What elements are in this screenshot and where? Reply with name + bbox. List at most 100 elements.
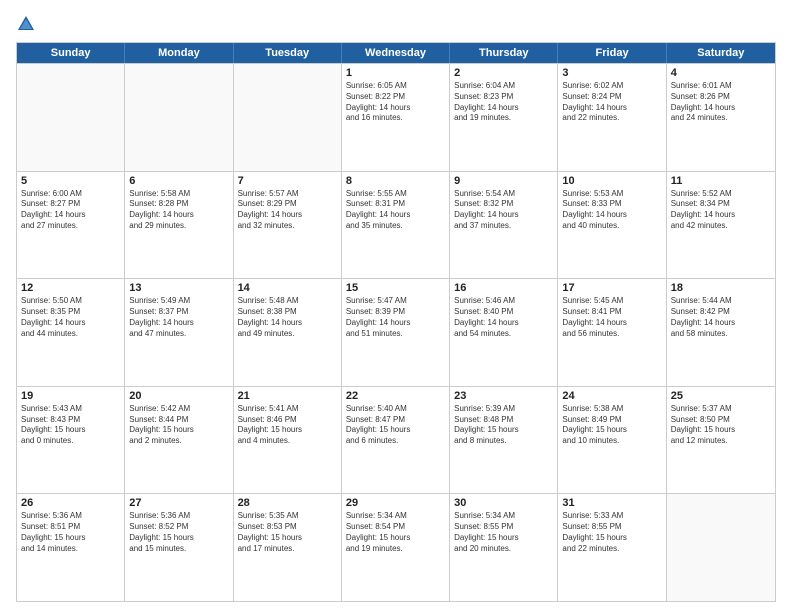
calendar-row-0: 1 Sunrise: 6:05 AM Sunset: 8:22 PM Daylig…	[17, 63, 775, 171]
calendar: SundayMondayTuesdayWednesdayThursdayFrid…	[16, 42, 776, 602]
cell-day-number: 8	[346, 175, 445, 187]
calendar-cell-26: 26 Sunrise: 5:36 AM Sunset: 8:51 PM Dayli…	[17, 494, 125, 601]
cell-day-number: 20	[129, 390, 228, 402]
cell-day-number: 9	[454, 175, 553, 187]
cell-day-number: 1	[346, 67, 445, 79]
cell-info: Sunrise: 6:00 AM Sunset: 8:27 PM Dayligh…	[21, 189, 120, 232]
cell-info: Sunrise: 6:01 AM Sunset: 8:26 PM Dayligh…	[671, 81, 771, 124]
header-day-wednesday: Wednesday	[342, 43, 450, 63]
header-day-monday: Monday	[125, 43, 233, 63]
cell-day-number: 21	[238, 390, 337, 402]
calendar-row-1: 5 Sunrise: 6:00 AM Sunset: 8:27 PM Daylig…	[17, 171, 775, 279]
cell-day-number: 30	[454, 497, 553, 509]
cell-info: Sunrise: 5:44 AM Sunset: 8:42 PM Dayligh…	[671, 296, 771, 339]
cell-info: Sunrise: 5:33 AM Sunset: 8:55 PM Dayligh…	[562, 511, 661, 554]
calendar-cell-18: 18 Sunrise: 5:44 AM Sunset: 8:42 PM Dayli…	[667, 279, 775, 386]
calendar-cell-19: 19Sunrise: 5:43 AM Sunset: 8:43 PM Dayli…	[17, 387, 125, 494]
cell-info: Sunrise: 5:42 AM Sunset: 8:44 PM Dayligh…	[129, 404, 228, 447]
cell-day-number: 16	[454, 282, 553, 294]
cell-day-number: 7	[238, 175, 337, 187]
calendar-cell-7: 7 Sunrise: 5:57 AM Sunset: 8:29 PM Daylig…	[234, 172, 342, 279]
calendar-cell-empty-0-2	[234, 64, 342, 171]
calendar-cell-9: 9 Sunrise: 5:54 AM Sunset: 8:32 PM Daylig…	[450, 172, 558, 279]
cell-info: Sunrise: 5:52 AM Sunset: 8:34 PM Dayligh…	[671, 189, 771, 232]
header-day-sunday: Sunday	[17, 43, 125, 63]
cell-info: Sunrise: 5:55 AM Sunset: 8:31 PM Dayligh…	[346, 189, 445, 232]
cell-day-number: 3	[562, 67, 661, 79]
calendar-cell-16: 16 Sunrise: 5:46 AM Sunset: 8:40 PM Dayli…	[450, 279, 558, 386]
cell-info: Sunrise: 5:48 AM Sunset: 8:38 PM Dayligh…	[238, 296, 337, 339]
calendar-cell-1: 1 Sunrise: 6:05 AM Sunset: 8:22 PM Daylig…	[342, 64, 450, 171]
logo-icon	[16, 14, 36, 34]
cell-info: Sunrise: 5:35 AM Sunset: 8:53 PM Dayligh…	[238, 511, 337, 554]
cell-day-number: 15	[346, 282, 445, 294]
cell-info: Sunrise: 5:53 AM Sunset: 8:33 PM Dayligh…	[562, 189, 661, 232]
calendar-cell-13: 13 Sunrise: 5:49 AM Sunset: 8:37 PM Dayli…	[125, 279, 233, 386]
cell-day-number: 22	[346, 390, 445, 402]
cell-day-number: 5	[21, 175, 120, 187]
cell-day-number: 12	[21, 282, 120, 294]
cell-day-number: 10	[562, 175, 661, 187]
calendar-cell-3: 3 Sunrise: 6:02 AM Sunset: 8:24 PM Daylig…	[558, 64, 666, 171]
cell-info: Sunrise: 5:34 AM Sunset: 8:54 PM Dayligh…	[346, 511, 445, 554]
header-day-friday: Friday	[558, 43, 666, 63]
cell-info: Sunrise: 5:38 AM Sunset: 8:49 PM Dayligh…	[562, 404, 661, 447]
calendar-cell-2: 2 Sunrise: 6:04 AM Sunset: 8:23 PM Daylig…	[450, 64, 558, 171]
calendar-cell-24: 24Sunrise: 5:38 AM Sunset: 8:49 PM Dayli…	[558, 387, 666, 494]
calendar-row-3: 19Sunrise: 5:43 AM Sunset: 8:43 PM Dayli…	[17, 386, 775, 494]
calendar-cell-4: 4 Sunrise: 6:01 AM Sunset: 8:26 PM Daylig…	[667, 64, 775, 171]
calendar-cell-10: 10 Sunrise: 5:53 AM Sunset: 8:33 PM Dayli…	[558, 172, 666, 279]
calendar-cell-30: 30Sunrise: 5:34 AM Sunset: 8:55 PM Dayli…	[450, 494, 558, 601]
cell-info: Sunrise: 6:04 AM Sunset: 8:23 PM Dayligh…	[454, 81, 553, 124]
calendar-body: 1 Sunrise: 6:05 AM Sunset: 8:22 PM Daylig…	[17, 63, 775, 601]
calendar-row-2: 12 Sunrise: 5:50 AM Sunset: 8:35 PM Dayli…	[17, 278, 775, 386]
cell-info: Sunrise: 5:57 AM Sunset: 8:29 PM Dayligh…	[238, 189, 337, 232]
cell-day-number: 29	[346, 497, 445, 509]
calendar-cell-22: 22Sunrise: 5:40 AM Sunset: 8:47 PM Dayli…	[342, 387, 450, 494]
calendar-row-4: 26 Sunrise: 5:36 AM Sunset: 8:51 PM Dayli…	[17, 493, 775, 601]
calendar-cell-12: 12 Sunrise: 5:50 AM Sunset: 8:35 PM Dayli…	[17, 279, 125, 386]
calendar-header: SundayMondayTuesdayWednesdayThursdayFrid…	[17, 43, 775, 63]
page: SundayMondayTuesdayWednesdayThursdayFrid…	[0, 0, 792, 612]
calendar-cell-8: 8 Sunrise: 5:55 AM Sunset: 8:31 PM Daylig…	[342, 172, 450, 279]
calendar-cell-empty-4-6	[667, 494, 775, 601]
cell-day-number: 19	[21, 390, 120, 402]
cell-info: Sunrise: 5:58 AM Sunset: 8:28 PM Dayligh…	[129, 189, 228, 232]
cell-day-number: 4	[671, 67, 771, 79]
calendar-cell-14: 14Sunrise: 5:48 AM Sunset: 8:38 PM Dayli…	[234, 279, 342, 386]
cell-info: Sunrise: 6:02 AM Sunset: 8:24 PM Dayligh…	[562, 81, 661, 124]
header	[16, 12, 776, 34]
cell-info: Sunrise: 5:36 AM Sunset: 8:51 PM Dayligh…	[21, 511, 120, 554]
cell-info: Sunrise: 5:54 AM Sunset: 8:32 PM Dayligh…	[454, 189, 553, 232]
cell-day-number: 2	[454, 67, 553, 79]
calendar-cell-23: 23 Sunrise: 5:39 AM Sunset: 8:48 PM Dayli…	[450, 387, 558, 494]
calendar-cell-empty-0-1	[125, 64, 233, 171]
header-day-thursday: Thursday	[450, 43, 558, 63]
logo	[16, 12, 41, 34]
header-day-saturday: Saturday	[667, 43, 775, 63]
cell-info: Sunrise: 5:50 AM Sunset: 8:35 PM Dayligh…	[21, 296, 120, 339]
calendar-cell-21: 21 Sunrise: 5:41 AM Sunset: 8:46 PM Dayli…	[234, 387, 342, 494]
cell-day-number: 26	[21, 497, 120, 509]
cell-day-number: 25	[671, 390, 771, 402]
calendar-cell-15: 15Sunrise: 5:47 AM Sunset: 8:39 PM Dayli…	[342, 279, 450, 386]
calendar-cell-31: 31Sunrise: 5:33 AM Sunset: 8:55 PM Dayli…	[558, 494, 666, 601]
cell-day-number: 18	[671, 282, 771, 294]
cell-info: Sunrise: 5:41 AM Sunset: 8:46 PM Dayligh…	[238, 404, 337, 447]
calendar-cell-29: 29 Sunrise: 5:34 AM Sunset: 8:54 PM Dayli…	[342, 494, 450, 601]
cell-info: Sunrise: 5:49 AM Sunset: 8:37 PM Dayligh…	[129, 296, 228, 339]
cell-day-number: 23	[454, 390, 553, 402]
cell-info: Sunrise: 5:45 AM Sunset: 8:41 PM Dayligh…	[562, 296, 661, 339]
calendar-cell-17: 17Sunrise: 5:45 AM Sunset: 8:41 PM Dayli…	[558, 279, 666, 386]
calendar-cell-empty-0-0	[17, 64, 125, 171]
cell-day-number: 11	[671, 175, 771, 187]
cell-info: Sunrise: 5:46 AM Sunset: 8:40 PM Dayligh…	[454, 296, 553, 339]
calendar-cell-25: 25Sunrise: 5:37 AM Sunset: 8:50 PM Dayli…	[667, 387, 775, 494]
cell-day-number: 13	[129, 282, 228, 294]
cell-day-number: 27	[129, 497, 228, 509]
calendar-cell-27: 27 Sunrise: 5:36 AM Sunset: 8:52 PM Dayli…	[125, 494, 233, 601]
cell-info: Sunrise: 5:36 AM Sunset: 8:52 PM Dayligh…	[129, 511, 228, 554]
cell-info: Sunrise: 6:05 AM Sunset: 8:22 PM Dayligh…	[346, 81, 445, 124]
cell-info: Sunrise: 5:39 AM Sunset: 8:48 PM Dayligh…	[454, 404, 553, 447]
cell-day-number: 28	[238, 497, 337, 509]
